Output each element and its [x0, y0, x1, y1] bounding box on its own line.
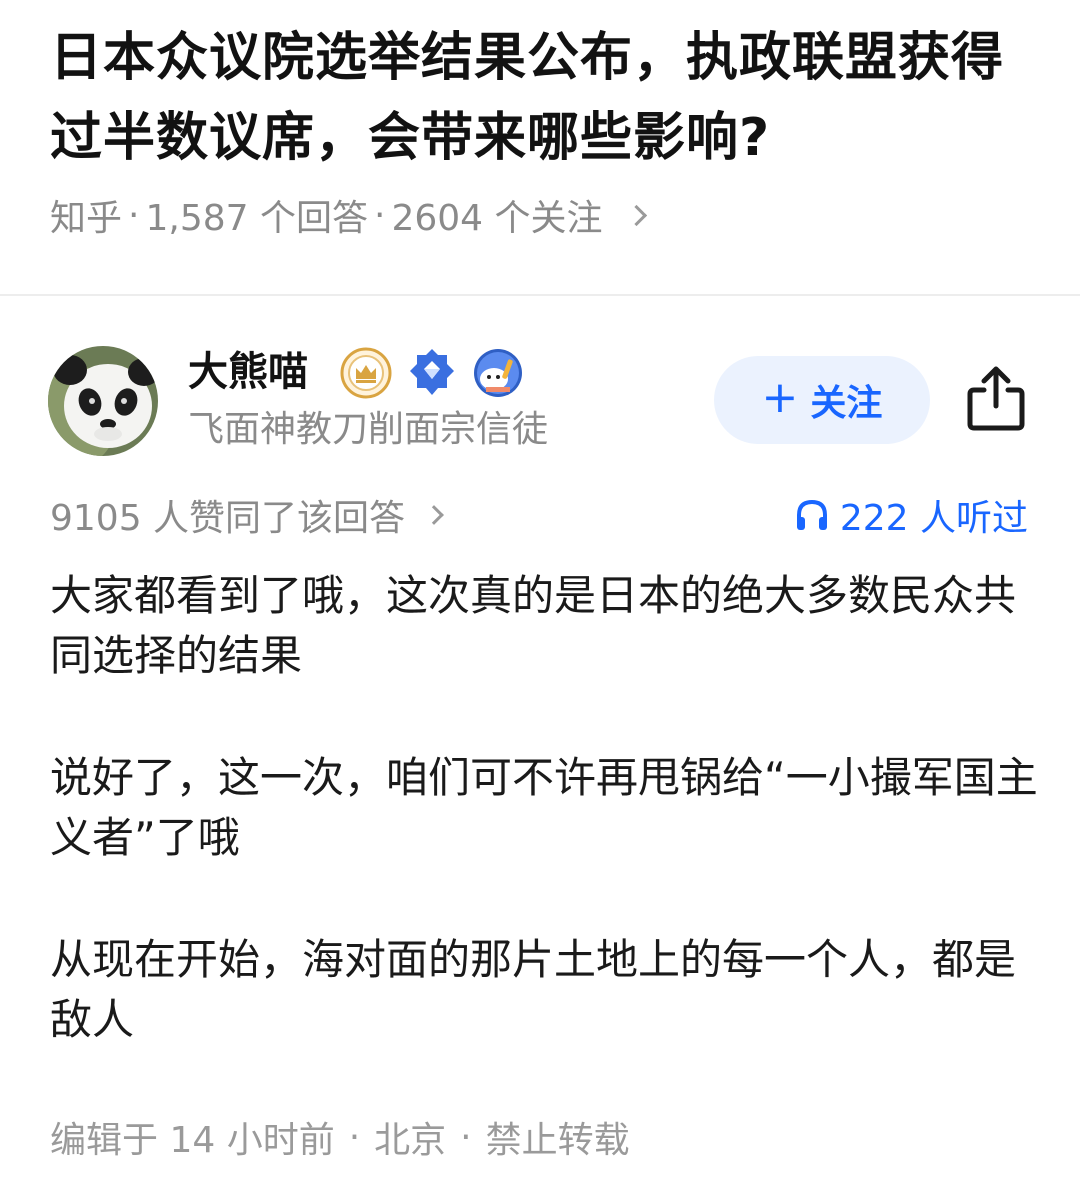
answer-count: 1,587 个回答: [145, 198, 368, 239]
footer-separator: ·: [348, 1116, 361, 1158]
author-badges: [340, 346, 524, 400]
copyright-notice: 禁止转载: [485, 1120, 630, 1161]
vote-count-link[interactable]: 9105 人赞同了该回答: [50, 490, 444, 540]
follower-count: 2604 个关注: [391, 198, 603, 239]
meta-separator: ·: [373, 194, 386, 236]
headphones-icon: [796, 499, 827, 530]
answer-content[interactable]: 大家都看到了哦，这次真的是日本的绝大多数民众共同选择的结果 说好了，这一次，咱们…: [50, 566, 1040, 1112]
question-title[interactable]: 日本众议院选举结果公布，执政联盟获得过半数议席，会带来哪些影响?: [50, 18, 1040, 178]
content-paragraph: 说好了，这一次，咱们可不许再甩锅给“一小撮军国主义者”了哦: [50, 753, 1038, 862]
source-label: 知乎: [50, 198, 123, 239]
author-name[interactable]: 大熊喵: [188, 346, 308, 398]
ip-location: 北京: [374, 1120, 447, 1161]
listen-count-link[interactable]: 222 人听过: [794, 490, 1028, 540]
footer-separator: ·: [460, 1116, 472, 1158]
question-meta[interactable]: 知乎 · 1,587 个回答 · 2604 个关注: [50, 190, 647, 240]
chevron-right-icon: [424, 505, 444, 525]
follow-label: 关注: [810, 383, 883, 424]
crown-badge-icon[interactable]: [340, 347, 392, 399]
follow-button[interactable]: + 关注: [714, 356, 930, 444]
content-paragraph: 从现在开始，海对面的那片土地上的每一个人，都是敌人: [50, 935, 1017, 1044]
author-bio: 飞面神教刀削面宗信徒: [188, 409, 549, 450]
meta-separator: ·: [128, 194, 140, 236]
content-paragraph: 大家都看到了哦，这次真的是日本的绝大多数民众共同选择的结果: [50, 571, 1017, 680]
avatar[interactable]: [48, 346, 158, 456]
plus-icon: +: [761, 372, 799, 423]
answer-footer: 编辑于 14 小时前 · 北京 · 禁止转载: [50, 1112, 630, 1162]
vote-count: 9105 人赞同了该回答: [50, 498, 406, 539]
creator-badge-icon[interactable]: [472, 347, 524, 399]
section-divider: [0, 294, 1080, 296]
share-icon[interactable]: [964, 364, 1028, 432]
edited-time: 编辑于 14 小时前: [50, 1120, 335, 1161]
diamond-badge-icon[interactable]: [406, 347, 458, 399]
listen-count: 222 人听过: [839, 498, 1028, 539]
chevron-right-icon: [625, 204, 647, 226]
